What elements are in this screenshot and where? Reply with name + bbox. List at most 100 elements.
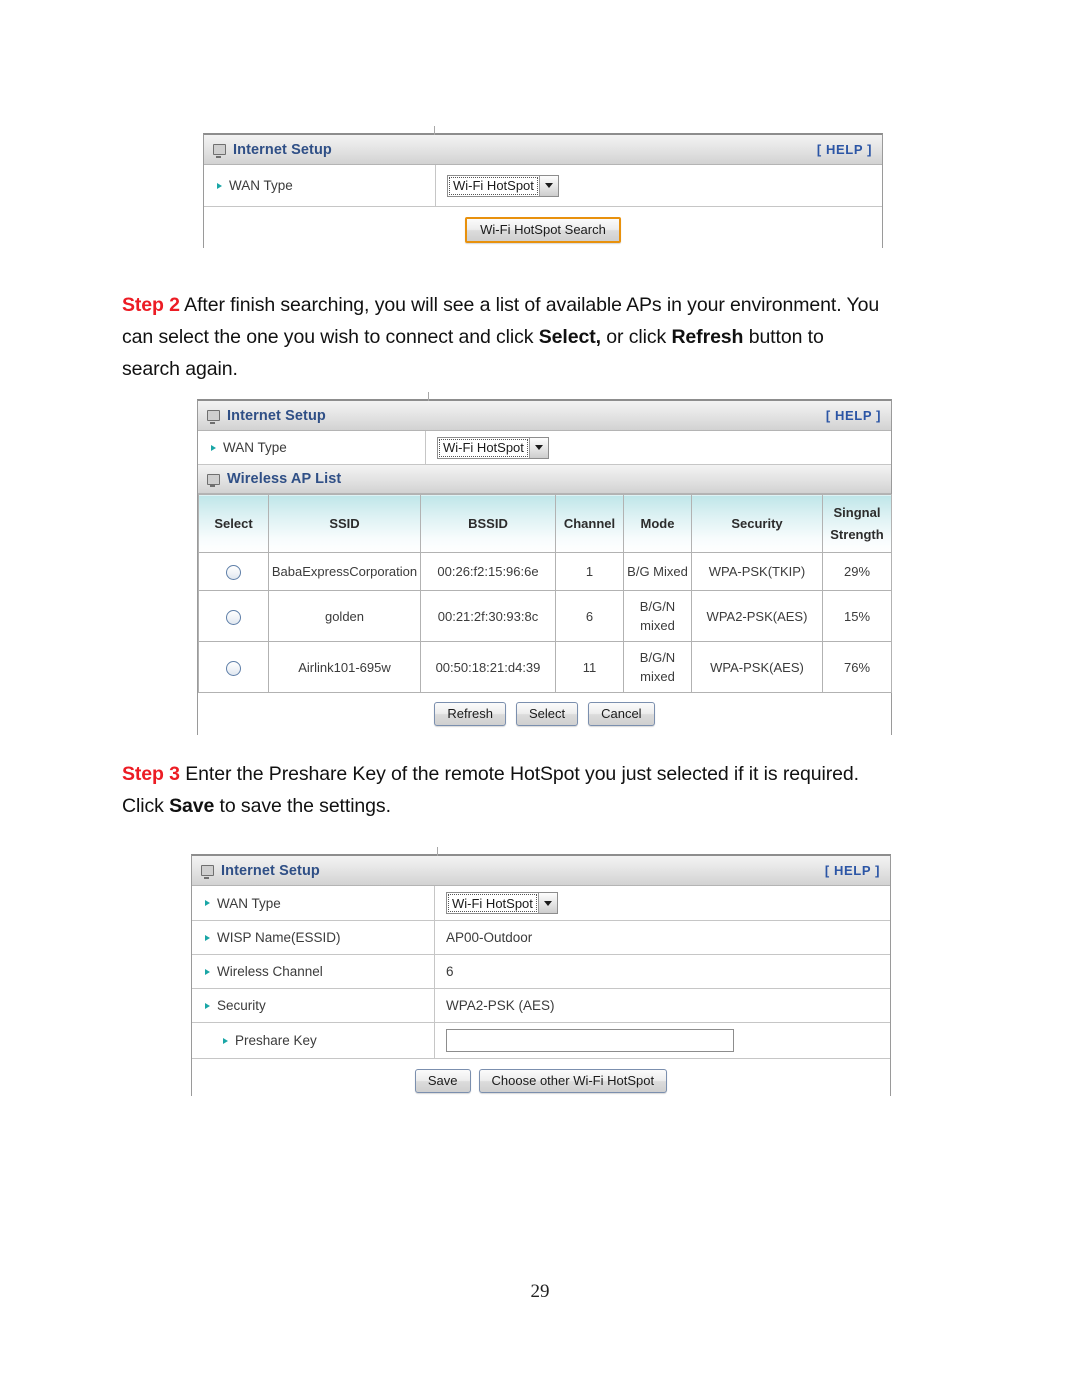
wan-type-label-cell: WAN Type bbox=[198, 431, 426, 464]
row-mode: B/G Mixed bbox=[623, 552, 692, 591]
row-select-cell[interactable] bbox=[198, 590, 269, 642]
column-header-signal-strength: Singnal Strength bbox=[822, 494, 892, 553]
panel-top-stub bbox=[434, 126, 435, 135]
wan-type-label: WAN Type bbox=[217, 895, 281, 911]
row-select-cell[interactable] bbox=[198, 552, 269, 591]
internet-setup-panel-3: Internet Setup [ HELP ] WAN Type Wi-Fi H… bbox=[191, 847, 891, 1103]
signal-header-line2: Strength bbox=[830, 526, 884, 542]
bullet-arrow-icon bbox=[223, 1037, 228, 1044]
row-select-cell[interactable] bbox=[198, 641, 269, 693]
wan-type-select[interactable]: Wi-Fi HotSpot bbox=[437, 436, 549, 459]
row-bssid: 00:50:18:21:d4:39 bbox=[420, 641, 556, 693]
wireless-channel-label-cell: Wireless Channel bbox=[192, 955, 435, 988]
ap-list-button-bar: Refresh Select Cancel bbox=[198, 693, 891, 735]
row-mode: B/G/N mixed bbox=[623, 590, 692, 642]
wan-type-label: WAN Type bbox=[223, 440, 287, 455]
bullet-arrow-icon bbox=[205, 1002, 210, 1009]
help-link[interactable]: [ HELP ] bbox=[825, 863, 880, 878]
panel3-button-bar: Save Choose other Wi-Fi HotSpot bbox=[192, 1059, 890, 1103]
step2-line2-c: or click bbox=[600, 326, 672, 348]
chevron-down-icon bbox=[538, 175, 558, 196]
wan-type-value-cell: Wi-Fi HotSpot bbox=[435, 886, 890, 920]
preshare-key-label: Preshare Key bbox=[235, 1033, 317, 1048]
wan-type-row: WAN Type Wi-Fi HotSpot bbox=[204, 165, 882, 207]
column-header-security: Security bbox=[691, 494, 823, 553]
step2-line1: After finish searching, you will see a l… bbox=[179, 294, 880, 316]
bullet-arrow-icon bbox=[217, 182, 222, 189]
select-button[interactable]: Select bbox=[515, 702, 579, 726]
column-header-select: Select bbox=[198, 494, 269, 553]
page-title: Internet Setup bbox=[233, 141, 332, 158]
search-button-bar: Wi-Fi HotSpot Search bbox=[204, 207, 882, 253]
row-channel: 1 bbox=[555, 552, 624, 591]
wireless-ap-list-title: Wireless AP List bbox=[227, 471, 342, 487]
chevron-down-icon bbox=[537, 893, 557, 913]
wan-type-select[interactable]: Wi-Fi HotSpot bbox=[447, 174, 559, 197]
panel-top-stub bbox=[437, 847, 438, 856]
monitor-icon bbox=[201, 865, 214, 879]
step3-save-emphasis: Save bbox=[169, 795, 215, 817]
wireless-ap-list-header: Wireless AP List bbox=[198, 465, 891, 494]
wan-type-value-cell: Wi-Fi HotSpot bbox=[426, 431, 891, 464]
step3-line2-c: to save the settings. bbox=[214, 795, 391, 817]
preshare-key-input[interactable] bbox=[446, 1029, 734, 1052]
row-ssid: Airlink101-695w bbox=[268, 641, 421, 693]
row-security: WPA-PSK(TKIP) bbox=[691, 552, 823, 591]
help-link[interactable]: [ HELP ] bbox=[826, 408, 881, 423]
page-title: Internet Setup bbox=[221, 862, 320, 879]
wifi-hotspot-search-button[interactable]: Wi-Fi HotSpot Search bbox=[465, 217, 621, 243]
ap-select-radio[interactable] bbox=[226, 564, 241, 580]
internet-setup-panel-2: Internet Setup [ HELP ] WAN Type Wi-Fi H… bbox=[197, 392, 892, 735]
step2-line2-a: can select the one you wish to connect a… bbox=[122, 326, 539, 348]
choose-other-hotspot-button[interactable]: Choose other Wi-Fi HotSpot bbox=[478, 1069, 668, 1093]
help-link[interactable]: [ HELP ] bbox=[817, 142, 872, 157]
ap-select-radio[interactable] bbox=[226, 609, 241, 625]
row-mode-line1: B/G/N bbox=[639, 599, 676, 614]
security-label: Security bbox=[217, 998, 266, 1013]
monitor-icon bbox=[207, 410, 220, 424]
monitor-icon bbox=[207, 473, 220, 487]
step3-line2-a: Click bbox=[122, 795, 170, 817]
table-header-row: Select SSID BSSID Channel Mode Security … bbox=[198, 494, 892, 553]
wan-type-row: WAN Type Wi-Fi HotSpot bbox=[192, 886, 890, 921]
step2-paragraph: Step 2 After finish searching, you will … bbox=[122, 289, 972, 385]
row-ssid: golden bbox=[268, 590, 421, 642]
table-row[interactable]: BabaExpressCorporation 00:26:f2:15:96:6e… bbox=[198, 552, 892, 591]
table-row[interactable]: golden 00:21:2f:30:93:8c 6 B/G/N mixed W… bbox=[198, 590, 892, 642]
ap-select-radio[interactable] bbox=[226, 660, 241, 676]
wan-type-value-cell: Wi-Fi HotSpot bbox=[436, 165, 882, 206]
save-button[interactable]: Save bbox=[414, 1069, 471, 1093]
row-signal-strength: 76% bbox=[822, 641, 892, 693]
row-security: WPA-PSK(AES) bbox=[691, 641, 823, 693]
chevron-down-icon bbox=[528, 437, 548, 458]
security-row: Security WPA2-PSK (AES) bbox=[192, 989, 890, 1023]
step2-refresh-emphasis: Refresh bbox=[671, 326, 744, 348]
bullet-arrow-icon bbox=[211, 444, 216, 451]
wireless-channel-label: Wireless Channel bbox=[217, 964, 323, 979]
step3-tag: Step 3 bbox=[122, 763, 180, 785]
cancel-button[interactable]: Cancel bbox=[588, 702, 655, 726]
row-security: WPA2-PSK(AES) bbox=[691, 590, 823, 642]
page-title: Internet Setup bbox=[227, 407, 326, 424]
row-mode: B/G/N mixed bbox=[623, 641, 692, 693]
wan-type-select-value: Wi-Fi HotSpot bbox=[447, 893, 538, 913]
bullet-arrow-icon bbox=[205, 934, 210, 941]
wan-type-label-cell: WAN Type bbox=[204, 165, 436, 206]
security-value: WPA2-PSK (AES) bbox=[446, 998, 555, 1013]
table-row[interactable]: Airlink101-695w 00:50:18:21:d4:39 11 B/G… bbox=[198, 641, 892, 693]
panel-header: Internet Setup [ HELP ] bbox=[192, 856, 890, 886]
wan-type-select-value: Wi-Fi HotSpot bbox=[438, 438, 529, 458]
security-label-cell: Security bbox=[192, 989, 435, 1022]
row-mode-line2: mixed bbox=[640, 669, 675, 684]
wan-type-label: WAN Type bbox=[229, 178, 293, 193]
panel-header: Internet Setup [ HELP ] bbox=[204, 135, 882, 165]
signal-header-line1: Singnal bbox=[833, 504, 881, 520]
wan-type-select[interactable]: Wi-Fi HotSpot bbox=[446, 892, 558, 914]
wan-type-row: WAN Type Wi-Fi HotSpot bbox=[198, 431, 891, 465]
refresh-button[interactable]: Refresh bbox=[434, 702, 506, 726]
row-bssid: 00:21:2f:30:93:8c bbox=[420, 590, 556, 642]
panel-top-stub bbox=[428, 392, 429, 401]
column-header-bssid: BSSID bbox=[420, 494, 556, 553]
row-mode-line2: mixed bbox=[640, 618, 675, 633]
monitor-icon bbox=[213, 144, 226, 158]
